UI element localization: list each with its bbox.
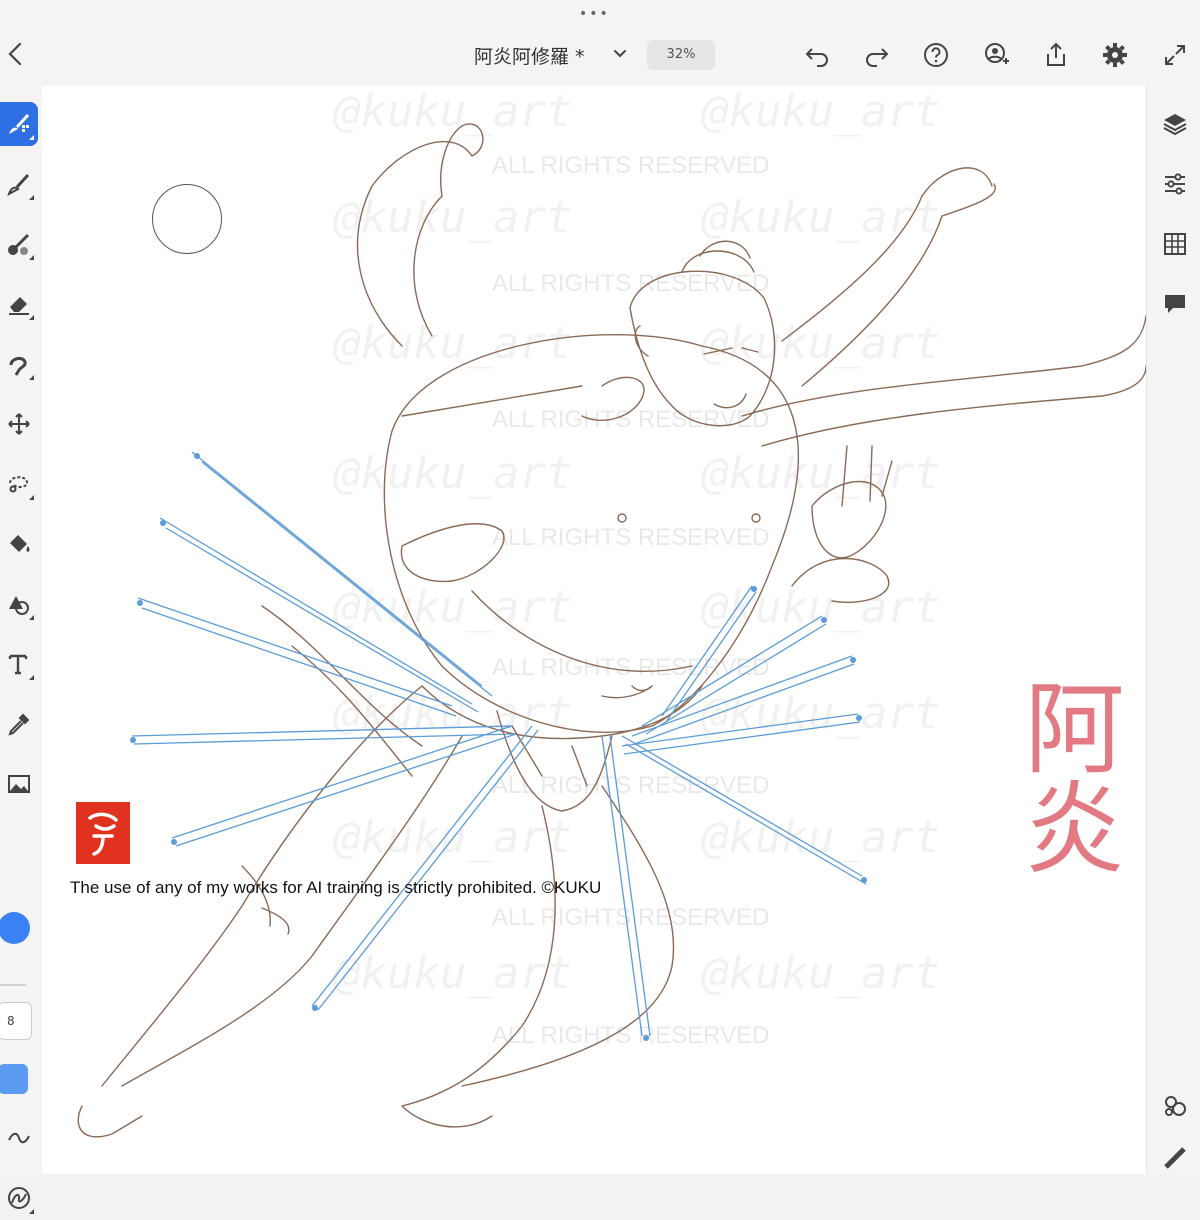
settings-button[interactable] xyxy=(1098,38,1132,72)
layers-button[interactable] xyxy=(1161,110,1189,138)
grid-button[interactable] xyxy=(1161,230,1189,258)
paint-bucket-tool[interactable] xyxy=(0,522,38,566)
undo-icon xyxy=(805,48,828,67)
document-title[interactable]: 阿炎阿修羅 * xyxy=(474,42,585,69)
fill-brush-tool[interactable] xyxy=(0,222,38,266)
brush-size-field[interactable]: 8 xyxy=(0,1002,32,1040)
seal-glyph xyxy=(88,812,118,856)
adjustments-icon xyxy=(1165,173,1185,195)
help-button[interactable] xyxy=(919,38,953,72)
pixel-brush-tool[interactable] xyxy=(0,102,38,146)
smoothing-control[interactable] xyxy=(0,1116,38,1160)
eyedropper-icon xyxy=(8,713,30,736)
top-toolbar: ••• 阿炎阿修羅 * 32% xyxy=(0,0,1200,87)
redo-button[interactable] xyxy=(860,38,894,72)
undo-button[interactable] xyxy=(800,38,834,72)
grid-icon xyxy=(1164,233,1186,255)
live-brush-icon xyxy=(7,173,30,197)
move-tool[interactable] xyxy=(0,402,38,446)
touch-shortcut-icon xyxy=(1165,1096,1186,1116)
pressure-control[interactable] xyxy=(0,1176,38,1220)
zoom-level[interactable]: 32% xyxy=(647,40,715,70)
smudge-icon xyxy=(9,356,27,376)
artist-seal xyxy=(76,802,130,864)
lasso-tool[interactable] xyxy=(0,462,38,506)
help-icon xyxy=(924,43,948,67)
share-icon xyxy=(1047,42,1065,66)
chevron-down-icon xyxy=(614,50,626,58)
ruler-icon xyxy=(1164,1147,1186,1169)
ruler-button[interactable] xyxy=(1161,1144,1189,1172)
shapes-icon xyxy=(9,596,29,615)
move-icon xyxy=(8,413,30,435)
touch-shortcut-button[interactable] xyxy=(1161,1092,1189,1120)
panel-divider xyxy=(0,984,26,986)
smudge-tool[interactable] xyxy=(0,342,38,386)
multitasking-grip[interactable]: ••• xyxy=(579,6,610,22)
adjustments-button[interactable] xyxy=(1161,170,1189,198)
back-chevron-icon xyxy=(8,42,22,66)
image-icon xyxy=(8,775,30,793)
sumo-sketch-artwork xyxy=(77,123,1146,1138)
redo-icon xyxy=(866,48,889,67)
shapes-tool[interactable] xyxy=(0,582,38,626)
image-tool[interactable] xyxy=(0,762,38,806)
properties-panel xyxy=(1146,86,1200,1174)
color-swatch[interactable] xyxy=(0,1064,28,1094)
pressure-icon xyxy=(8,1187,30,1209)
smoothing-icon xyxy=(8,1132,30,1144)
text-icon xyxy=(8,654,28,675)
brush-color-picker[interactable] xyxy=(0,912,30,944)
layers-icon xyxy=(1163,114,1187,136)
pixel-brush-icon xyxy=(9,113,30,134)
paint-bucket-icon xyxy=(10,535,30,552)
share-button[interactable] xyxy=(1039,38,1073,72)
calligraphy-signature: 阿炎 xyxy=(1007,676,1124,876)
invite-button[interactable] xyxy=(979,38,1013,72)
title-menu-button[interactable] xyxy=(612,46,628,62)
comments-icon xyxy=(1165,295,1185,313)
settings-icon xyxy=(1103,43,1127,67)
invite-user-icon xyxy=(985,43,1009,64)
lasso-icon xyxy=(9,476,28,493)
drawing-canvas[interactable]: @kuku_art @kuku_art @kuku_art @kuku_art … xyxy=(42,86,1146,1174)
back-button[interactable] xyxy=(4,38,26,70)
comments-button[interactable] xyxy=(1161,290,1189,318)
eraser-tool[interactable] xyxy=(0,282,38,326)
copyright-notice: The use of any of my works for AI traini… xyxy=(70,878,602,897)
fullscreen-icon xyxy=(1165,45,1185,65)
text-tool[interactable] xyxy=(0,642,38,686)
fill-brush-icon xyxy=(8,233,30,255)
eraser-icon xyxy=(9,297,29,315)
tools-panel: 8 xyxy=(0,86,43,1214)
live-brush-tool[interactable] xyxy=(0,162,38,206)
fullscreen-button[interactable] xyxy=(1158,38,1192,72)
eyedropper-tool[interactable] xyxy=(0,702,38,746)
brush-cursor xyxy=(152,184,222,254)
